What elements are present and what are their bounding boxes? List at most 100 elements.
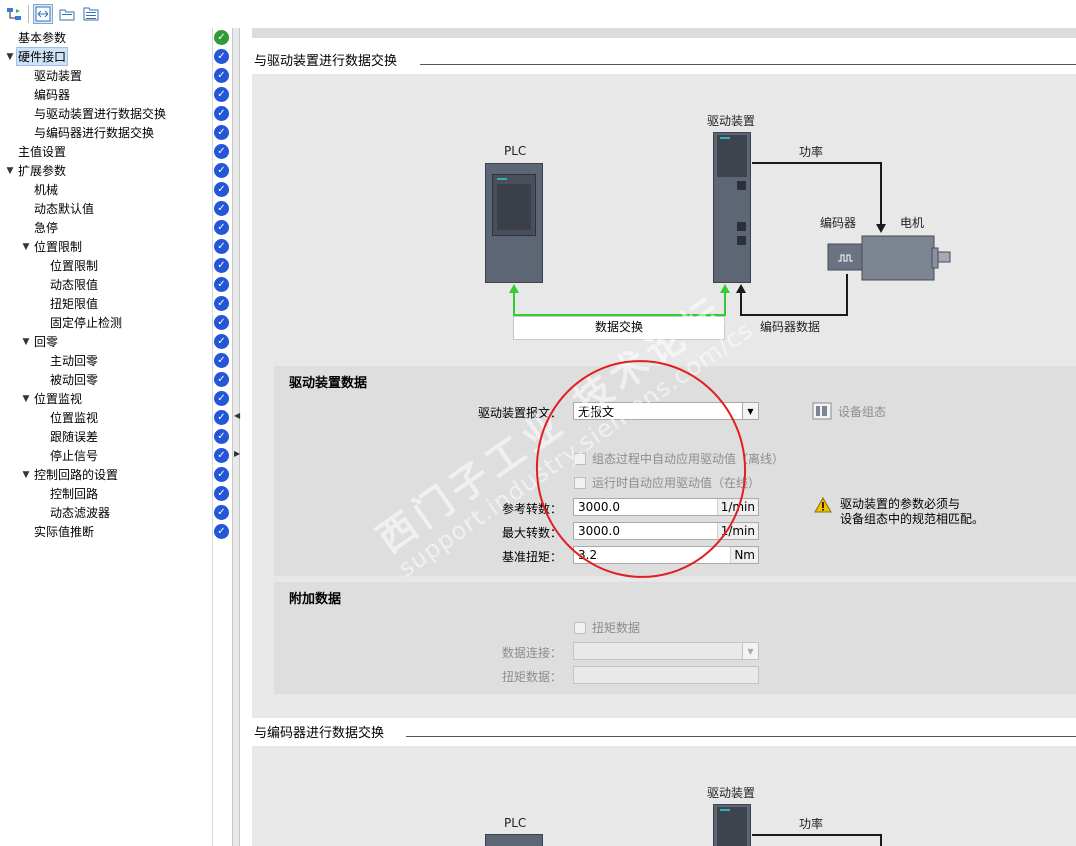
nav-item-label: 驱动装置 (34, 69, 83, 83)
status-check-icon: ✓ (214, 467, 229, 482)
nav-item[interactable]: 主值设置 (0, 142, 212, 161)
section-rule (420, 64, 1076, 65)
nav-item-label: 主动回零 (50, 354, 99, 368)
nav-item[interactable]: 基本参数 (0, 28, 212, 47)
telegram-label: 驱动装置报文： (477, 406, 562, 420)
torque-data-field[interactable] (573, 666, 759, 684)
nav-item[interactable]: ▼ 回零 (0, 332, 212, 351)
nav-item[interactable]: 动态限值 (0, 275, 212, 294)
status-check-icon: ✓ (214, 30, 229, 45)
status-check-icon: ✓ (214, 524, 229, 539)
chevron-down-icon[interactable]: ▼ (742, 403, 758, 419)
nav-item-label: 回零 (34, 335, 59, 349)
panel-splitter[interactable]: ◀ ▶ (232, 28, 240, 846)
data-exchange-box: 数据交换 (513, 316, 725, 340)
torque-data-checkbox[interactable]: 扭矩数据 (574, 619, 640, 636)
status-check-icon: ✓ (214, 505, 229, 520)
nav-item[interactable]: ▼ 硬件接口 (0, 47, 212, 66)
warning-line-1: 驱动装置的参数必须与 (840, 497, 961, 511)
nav-item[interactable]: 位置监视 (0, 408, 212, 427)
nav-item-label: 位置监视 (34, 392, 83, 406)
nav-item-label: 与驱动装置进行数据交换 (34, 107, 167, 121)
connection-lines (752, 834, 882, 846)
nav-item[interactable]: 停止信号 (0, 446, 212, 465)
nav-item[interactable]: ▼ 位置监视 (0, 389, 212, 408)
device-config-label: 设备组态 (838, 404, 887, 419)
nav-item[interactable]: 位置限制 (0, 256, 212, 275)
nav-item-label: 扭矩限值 (50, 297, 99, 311)
max-speed-label: 最大转数： (501, 526, 562, 540)
nav-item[interactable]: 急停 (0, 218, 212, 237)
status-check-icon: ✓ (214, 258, 229, 273)
collapse-left-icon[interactable]: ◀ (234, 411, 240, 420)
drive-data-title: 驱动装置数据 (289, 376, 368, 391)
status-check-icon: ✓ (214, 106, 229, 121)
power-label: 功率 (799, 145, 824, 159)
nav-item-label: 位置监视 (50, 411, 99, 425)
checkbox-box[interactable] (574, 621, 586, 634)
top-band (252, 28, 1076, 38)
nav-item-label: 基本参数 (18, 31, 67, 45)
status-check-icon: ✓ (214, 182, 229, 197)
split-view-icon[interactable] (33, 4, 53, 24)
status-check-icon: ✓ (214, 220, 229, 235)
toolbar-separator (28, 5, 29, 23)
nav-item-label: 控制回路的设置 (34, 468, 119, 482)
nav-item[interactable]: ▼ 控制回路的设置 (0, 465, 212, 484)
nav-item[interactable]: 与编码器进行数据交换 (0, 123, 212, 142)
nav-item-label: 跟随误差 (50, 430, 99, 444)
folder-list-icon[interactable] (81, 4, 101, 24)
expand-toggle-icon[interactable]: ▼ (20, 470, 32, 480)
nav-item[interactable]: 编码器 (0, 85, 212, 104)
nav-item[interactable]: 实际值推断 (0, 522, 212, 541)
data-connection-select[interactable]: ▼ (573, 642, 759, 660)
device-config-icon (812, 402, 832, 420)
status-check-icon: ✓ (214, 486, 229, 501)
torque-data-checkbox-label: 扭矩数据 (592, 621, 641, 635)
nav-item[interactable]: ▼ 位置限制 (0, 237, 212, 256)
status-check-icon: ✓ (214, 391, 229, 406)
nav-item-label: 编码器 (34, 88, 71, 102)
status-check-icon: ✓ (214, 410, 229, 425)
nav-item[interactable]: ▼ 扩展参数 (0, 161, 212, 180)
warning-text: 驱动装置的参数必须与 设备组态中的规范相匹配。 (840, 497, 984, 527)
navigation-tree: 基本参数 ✓ ▼ 硬件接口 ✓ 驱动装置 ✓ 编码器 ✓ 与驱动装置进行数据交换 ✓ 与编码器进行数据… (0, 28, 232, 846)
status-check-icon: ✓ (214, 372, 229, 387)
additional-data-title: 附加数据 (289, 592, 342, 607)
device-config-button[interactable]: 设备组态 (812, 402, 886, 420)
expand-toggle-icon[interactable]: ▼ (4, 52, 16, 62)
toolbar (0, 0, 240, 28)
folder-icon[interactable] (57, 4, 77, 24)
expand-toggle-icon[interactable]: ▼ (20, 337, 32, 347)
expand-right-icon[interactable]: ▶ (234, 449, 240, 458)
nav-item[interactable]: 动态滤波器 (0, 503, 212, 522)
nav-item[interactable]: 机械 (0, 180, 212, 199)
expand-toggle-icon[interactable]: ▼ (4, 166, 16, 176)
nav-item[interactable]: 主动回零 (0, 351, 212, 370)
status-check-icon: ✓ (214, 239, 229, 254)
nav-item[interactable]: 被动回零 (0, 370, 212, 389)
nav-item-label: 停止信号 (50, 449, 99, 463)
additional-data-panel: 附加数据 扭矩数据 数据连接： ▼ 扭矩数据： (274, 582, 1076, 694)
status-check-icon: ✓ (214, 315, 229, 330)
section-rule (406, 736, 1076, 737)
nav-item[interactable]: 动态默认值 (0, 199, 212, 218)
nav-item-label: 急停 (34, 221, 59, 235)
data-connection-label: 数据连接： (501, 646, 562, 660)
nav-item[interactable]: 与驱动装置进行数据交换 (0, 104, 212, 123)
nav-item[interactable]: 扭矩限值 (0, 294, 212, 313)
chevron-down-icon[interactable]: ▼ (742, 643, 758, 659)
expand-toggle-icon[interactable]: ▼ (20, 242, 32, 252)
network-icon[interactable] (4, 4, 24, 24)
status-check-icon: ✓ (214, 163, 229, 178)
nav-item[interactable]: 跟随误差 (0, 427, 212, 446)
torque-data-field-label: 扭矩数据： (501, 670, 562, 684)
nav-item[interactable]: 控制回路 (0, 484, 212, 503)
status-check-icon: ✓ (214, 277, 229, 292)
status-check-icon: ✓ (214, 429, 229, 444)
nav-item-label: 位置限制 (34, 240, 83, 254)
nav-item[interactable]: 固定停止检测 (0, 313, 212, 332)
nav-item-label: 固定停止检测 (50, 316, 123, 330)
expand-toggle-icon[interactable]: ▼ (20, 394, 32, 404)
nav-item[interactable]: 驱动装置 (0, 66, 212, 85)
